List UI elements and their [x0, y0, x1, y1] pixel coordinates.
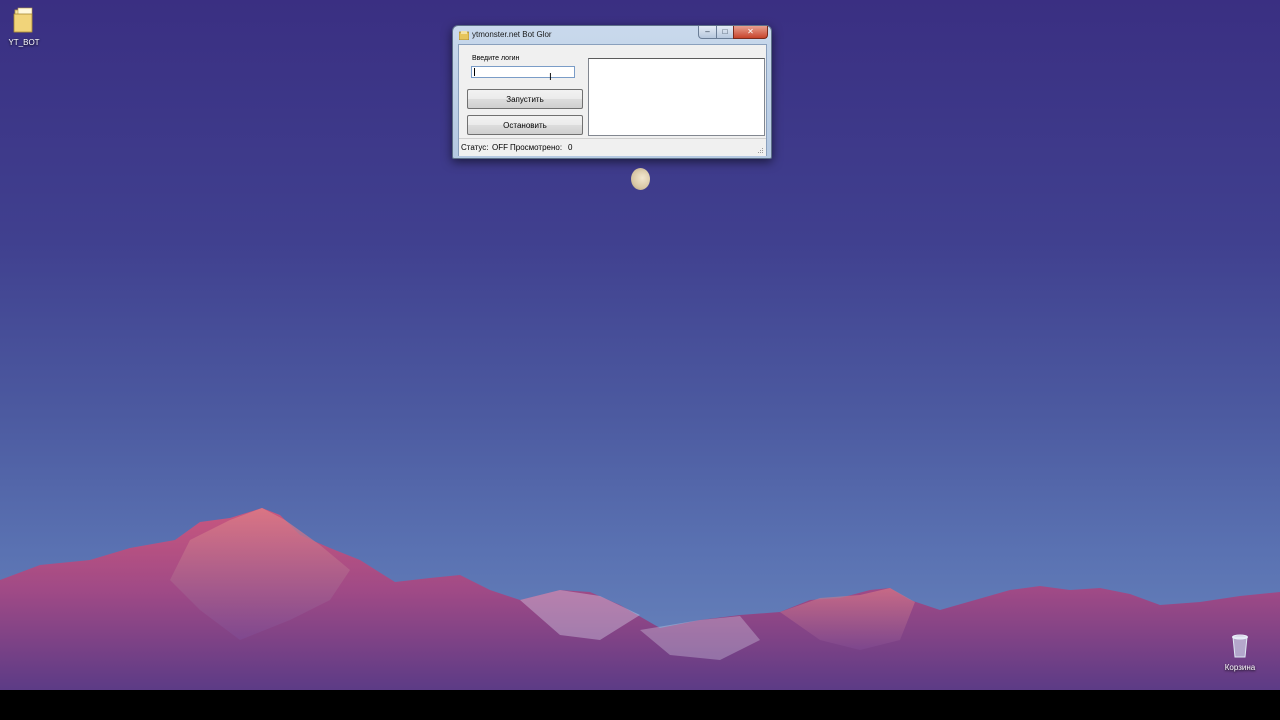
- resize-grip-icon[interactable]: [757, 147, 764, 154]
- desktop-folder-icon[interactable]: YT_BOT: [0, 6, 48, 47]
- log-textbox[interactable]: [588, 58, 765, 136]
- ibeam-cursor-icon: I: [549, 72, 552, 83]
- status-value: OFF: [492, 143, 508, 152]
- window-client-area: Введите логин I Запустить Остановить Ста…: [458, 44, 767, 156]
- window-title: ytmonster.net Bot Glor: [472, 30, 552, 39]
- bot-window: ytmonster.net Bot Glor – □ ✕ Введите лог…: [452, 25, 772, 159]
- login-label: Введите логин: [472, 55, 520, 62]
- viewed-label: Просмотрено:: [510, 143, 563, 152]
- taskbar: [0, 690, 1280, 720]
- app-icon: [459, 31, 469, 40]
- login-input[interactable]: [471, 66, 575, 78]
- title-bar[interactable]: ytmonster.net Bot Glor – □ ✕: [453, 26, 771, 44]
- close-button[interactable]: ✕: [733, 26, 768, 39]
- stop-button[interactable]: Остановить: [467, 115, 583, 135]
- start-button[interactable]: Запустить: [467, 89, 583, 109]
- folder-icon: [13, 7, 33, 33]
- desktop-icon-label: Корзина: [1224, 663, 1256, 672]
- recycle-bin-icon: [1232, 634, 1248, 658]
- desktop-icon-label: YT_BOT: [8, 38, 40, 47]
- desktop: YT_BOT Корзина ytmonster.net Bot Glor – …: [0, 0, 1280, 690]
- status-bar: Статус: OFF Просмотрено: 0: [459, 138, 766, 156]
- moon: [631, 168, 650, 190]
- text-caret: [474, 68, 475, 76]
- maximize-button[interactable]: □: [716, 26, 734, 39]
- viewed-value: 0: [568, 143, 573, 152]
- minimize-button[interactable]: –: [698, 26, 717, 39]
- desktop-recycle-bin[interactable]: Корзина: [1216, 631, 1264, 672]
- status-label: Статус:: [461, 143, 489, 152]
